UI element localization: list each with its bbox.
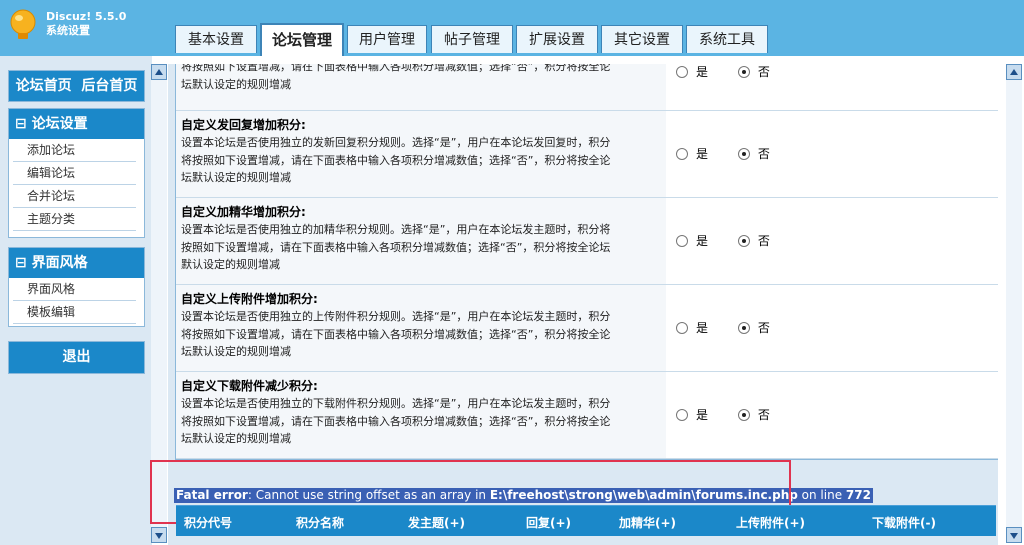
yes-no-radio-group: 是 否 bbox=[676, 64, 796, 79]
page-scrollbar[interactable] bbox=[1006, 64, 1022, 543]
radio-no[interactable] bbox=[737, 321, 750, 334]
menu-item-merge-forum[interactable]: 合并论坛 bbox=[13, 185, 136, 208]
ui-style-menu: ⊟ 界面风格 界面风格 模板编辑 bbox=[8, 247, 145, 327]
tab-post-management[interactable]: 帖子管理 bbox=[431, 25, 513, 53]
row-desc: 设置本论坛是否使用独立的发新回复积分规则。选择“是”，用户在本论坛发回复时，积分… bbox=[181, 136, 611, 184]
row-title: 自定义上传附件增加积分: bbox=[181, 292, 318, 306]
yes-no-radio-group: 是 否 bbox=[676, 232, 796, 248]
quick-nav-box: 论坛首页 后台首页 bbox=[8, 70, 145, 102]
radio-no[interactable] bbox=[737, 234, 750, 247]
lightbulb-logo-icon bbox=[10, 9, 36, 39]
radio-yes[interactable] bbox=[676, 147, 688, 160]
forum-home-link[interactable]: 论坛首页 bbox=[16, 78, 72, 94]
page-scroll-up-arrow-icon[interactable] bbox=[1006, 64, 1022, 80]
top-header: Discuz! 5.5.0 系统设置 基本设置 论坛管理 用户管理 帖子管理 扩… bbox=[0, 0, 1024, 56]
credits-table-header: 积分代号 积分名称 发主题(+) 回复(+) 加精华(+) 上传附件(+) 下载… bbox=[176, 505, 996, 536]
menu-item-template-edit[interactable]: 模板编辑 bbox=[13, 301, 136, 324]
col-download-attachment: 下载附件(-) bbox=[872, 516, 936, 530]
tab-extension-settings[interactable]: 扩展设置 bbox=[516, 25, 598, 53]
radio-yes[interactable] bbox=[676, 65, 688, 78]
page-scroll-down-arrow-icon[interactable] bbox=[1006, 527, 1022, 543]
scroll-up-arrow-icon[interactable] bbox=[151, 64, 167, 80]
row-text: 自定义下载附件减少积分: 设置本论坛是否使用独立的下载附件积分规则。选择“是”，… bbox=[176, 372, 666, 458]
col-digest: 加精华(+) bbox=[619, 516, 677, 530]
tab-other-settings[interactable]: 其它设置 bbox=[601, 25, 683, 53]
row-desc: 设置本论坛是否使用独立的加精华积分规则。选择“是”，用户在本论坛发主题时，积分将… bbox=[181, 223, 611, 271]
radio-yes[interactable] bbox=[676, 234, 688, 247]
row-text: 自定义上传附件增加积分: 设置本论坛是否使用独立的上传附件积分规则。选择“是”，… bbox=[176, 285, 666, 371]
tab-user-management[interactable]: 用户管理 bbox=[347, 25, 427, 53]
menu-item-ui-style[interactable]: 界面风格 bbox=[13, 278, 136, 301]
row-title: 自定义下载附件减少积分: bbox=[181, 379, 318, 393]
menu-item-edit-forum[interactable]: 编辑论坛 bbox=[13, 162, 136, 185]
col-upload-attachment: 上传附件(+) bbox=[736, 516, 806, 530]
admin-home-link[interactable]: 后台首页 bbox=[81, 78, 137, 94]
row-title: 自定义发回复增加积分: bbox=[181, 118, 306, 132]
tab-basic-settings[interactable]: 基本设置 bbox=[175, 25, 257, 53]
tab-system-tools[interactable]: 系统工具 bbox=[686, 25, 768, 53]
radio-yes[interactable] bbox=[676, 321, 688, 334]
row-text: 自定义加精华增加积分: 设置本论坛是否使用独立的加精华积分规则。选择“是”，用户… bbox=[176, 198, 666, 284]
settings-row: 自定义下载附件减少积分: 设置本论坛是否使用独立的下载附件积分规则。选择“是”，… bbox=[176, 372, 998, 459]
row-title: 自定义加精华增加积分: bbox=[181, 205, 306, 219]
row-desc: 设置本论坛是否使用独立的上传附件积分规则。选择“是”，用户在本论坛发主题时，积分… bbox=[181, 310, 611, 358]
ui-style-header[interactable]: ⊟ 界面风格 bbox=[9, 248, 144, 278]
menu-item-add-forum[interactable]: 添加论坛 bbox=[13, 139, 136, 162]
logout-button[interactable]: 退出 bbox=[8, 341, 145, 374]
error-line-number: 772 bbox=[845, 488, 871, 502]
yes-no-radio-group: 是 否 bbox=[676, 406, 796, 422]
brand-subtitle: 系统设置 bbox=[46, 24, 90, 37]
row-desc: 设置本论坛是否使用独立的下载附件积分规则。选择“是”，用户在本论坛发主题时，积分… bbox=[181, 397, 611, 445]
row-desc: 将按照如下设置增减，请在下面表格中输入各项积分增减数值；选择“否”，积分将按全论… bbox=[181, 64, 611, 91]
radio-no[interactable] bbox=[737, 408, 750, 421]
menu-item-thread-types[interactable]: 主题分类 bbox=[13, 208, 136, 231]
error-on-line: on line bbox=[797, 488, 846, 502]
settings-row: 将按照如下设置增减，请在下面表格中输入各项积分增减数值；选择“否”，积分将按全论… bbox=[176, 64, 998, 111]
radio-yes[interactable] bbox=[676, 408, 688, 421]
col-credit-code: 积分代号 bbox=[184, 516, 233, 530]
yes-no-radio-group: 是 否 bbox=[676, 319, 796, 335]
row-text: 将按照如下设置增减，请在下面表格中输入各项积分增减数值；选择“否”，积分将按全论… bbox=[176, 64, 666, 110]
settings-table: 将按照如下设置增减，请在下面表格中输入各项积分增减数值；选择“否”，积分将按全论… bbox=[175, 64, 998, 460]
col-new-thread: 发主题(+) bbox=[408, 516, 466, 530]
col-reply: 回复(+) bbox=[526, 516, 572, 530]
settings-row: 自定义加精华增加积分: 设置本论坛是否使用独立的加精华积分规则。选择“是”，用户… bbox=[176, 198, 998, 285]
radio-no[interactable] bbox=[737, 65, 750, 78]
col-credit-name: 积分名称 bbox=[296, 516, 345, 530]
quick-nav: 论坛首页 后台首页 bbox=[9, 71, 144, 101]
yes-no-radio-group: 是 否 bbox=[676, 145, 796, 161]
brand: Discuz! 5.5.0 系统设置 bbox=[46, 10, 126, 38]
left-sidebar: 论坛首页 后台首页 ⊟ 论坛设置 添加论坛 编辑论坛 合并论坛 主题分类 ⊟ 界… bbox=[0, 56, 152, 545]
radio-no[interactable] bbox=[737, 147, 750, 160]
scroll-down-arrow-icon[interactable] bbox=[151, 527, 167, 543]
forum-settings-header[interactable]: ⊟ 论坛设置 bbox=[9, 109, 144, 139]
tab-forum-management[interactable]: 论坛管理 bbox=[260, 23, 344, 56]
settings-row: 自定义上传附件增加积分: 设置本论坛是否使用独立的上传附件积分规则。选择“是”，… bbox=[176, 285, 998, 372]
settings-row: 自定义发回复增加积分: 设置本论坛是否使用独立的发新回复积分规则。选择“是”，用… bbox=[176, 111, 998, 198]
brand-name: Discuz! 5.5.0 bbox=[46, 10, 127, 23]
forum-settings-menu: ⊟ 论坛设置 添加论坛 编辑论坛 合并论坛 主题分类 bbox=[8, 108, 145, 238]
row-text: 自定义发回复增加积分: 设置本论坛是否使用独立的发新回复积分规则。选择“是”，用… bbox=[176, 111, 666, 197]
